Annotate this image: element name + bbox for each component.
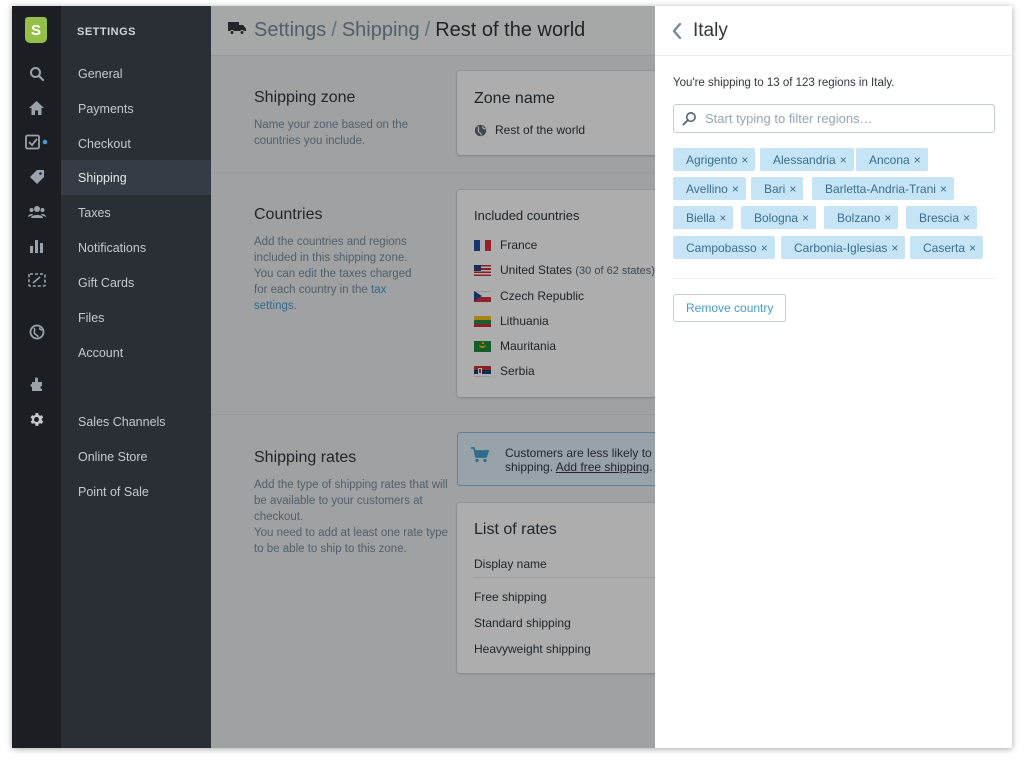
home-icon[interactable] xyxy=(12,97,61,119)
sidebar-item-online-store[interactable]: Online Store xyxy=(61,439,211,474)
search-icon xyxy=(682,111,697,126)
sidebar-item-payments[interactable]: Payments xyxy=(61,91,211,126)
region-tag: Carbonia-Iglesias × xyxy=(781,236,906,259)
filter-regions-field[interactable] xyxy=(673,104,995,133)
sidebar-item-files[interactable]: Files xyxy=(61,300,211,335)
globe-icon[interactable] xyxy=(12,321,61,343)
back-chevron-icon[interactable] xyxy=(669,21,685,41)
region-tag: Campobasso × xyxy=(673,236,775,259)
remove-tag-icon[interactable]: × xyxy=(802,211,809,225)
panel-title: Italy xyxy=(693,19,728,41)
region-tag: Caserta × xyxy=(910,236,984,259)
sidebar-item-checkout[interactable]: Checkout xyxy=(61,126,211,161)
discounts-icon[interactable] xyxy=(12,269,61,291)
sidebar-item-gift-cards[interactable]: Gift Cards xyxy=(61,265,211,300)
search-icon[interactable] xyxy=(12,63,61,85)
region-tag: Brescia × xyxy=(906,206,978,229)
region-tag: Alessandria × xyxy=(760,148,854,171)
sidebar-item-general[interactable]: General xyxy=(61,56,211,91)
sidebar-item-sales-channels[interactable]: Sales Channels xyxy=(61,404,211,439)
sidebar-title: SETTINGS xyxy=(77,26,137,38)
remove-tag-icon[interactable]: × xyxy=(914,153,921,167)
app-window: S SETTINGS General Payments Checkout Shi… xyxy=(12,6,1012,748)
remove-tag-icon[interactable]: × xyxy=(732,182,739,196)
settings-sidebar: SETTINGS General Payments Checkout Shipp… xyxy=(61,6,211,748)
region-tag: Biella × xyxy=(673,206,734,229)
region-tag: Bari × xyxy=(751,177,804,200)
country-regions-panel: Italy You're shipping to 13 of 123 regio… xyxy=(655,6,1012,748)
sidebar-item-point-of-sale[interactable]: Point of Sale xyxy=(61,474,211,509)
panel-divider xyxy=(673,278,995,279)
remove-tag-icon[interactable]: × xyxy=(840,153,847,167)
sidebar-item-shipping[interactable]: Shipping xyxy=(61,160,211,195)
reports-icon[interactable] xyxy=(12,235,61,257)
orders-icon[interactable] xyxy=(12,131,61,153)
apps-icon[interactable] xyxy=(12,373,61,395)
icon-rail: S xyxy=(12,6,61,748)
remove-country-button[interactable]: Remove country xyxy=(673,294,787,322)
remove-tag-icon[interactable]: × xyxy=(940,182,947,196)
remove-tag-icon[interactable]: × xyxy=(884,211,891,225)
products-icon[interactable] xyxy=(12,166,61,188)
sidebar-item-account[interactable]: Account xyxy=(61,335,211,370)
sidebar-item-taxes[interactable]: Taxes xyxy=(61,195,211,230)
regions-summary: You're shipping to 13 of 123 regions in … xyxy=(673,77,895,89)
region-tag: Agrigento × xyxy=(673,148,756,171)
shopify-logo-icon[interactable]: S xyxy=(25,17,47,43)
region-tag: Bologna × xyxy=(741,206,817,229)
region-tag: Bolzano × xyxy=(824,206,899,229)
panel-header: Italy xyxy=(655,6,1012,56)
remove-tag-icon[interactable]: × xyxy=(891,241,898,255)
region-tag: Ancona × xyxy=(856,148,928,171)
remove-tag-icon[interactable]: × xyxy=(789,182,796,196)
filter-regions-input[interactable] xyxy=(705,111,985,126)
remove-tag-icon[interactable]: × xyxy=(761,241,768,255)
region-tag: Avellino × xyxy=(673,177,746,200)
customers-icon[interactable] xyxy=(12,201,61,223)
remove-tag-icon[interactable]: × xyxy=(963,211,970,225)
remove-tag-icon[interactable]: × xyxy=(741,153,748,167)
remove-tag-icon[interactable]: × xyxy=(719,211,726,225)
remove-tag-icon[interactable]: × xyxy=(969,241,976,255)
sidebar-item-notifications[interactable]: Notifications xyxy=(61,230,211,265)
region-tag: Barletta-Andria-Trani × xyxy=(812,177,954,200)
settings-gear-icon[interactable] xyxy=(12,408,61,430)
